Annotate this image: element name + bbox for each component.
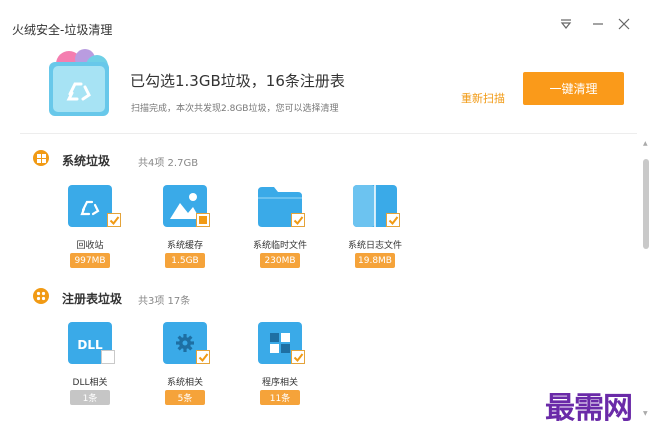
recycle-icon xyxy=(45,48,113,118)
item-size-badge: 5条 xyxy=(165,390,205,405)
window-title: 火绒安全-垃圾清理 xyxy=(12,23,113,37)
title-bar: 火绒安全-垃圾清理 xyxy=(0,0,657,40)
item-size-badge: 230MB xyxy=(260,253,300,268)
item-label: 回收站 xyxy=(76,241,104,251)
watermark: 最需网 xyxy=(545,391,633,426)
section-title-registry[interactable]: 注册表垃圾 xyxy=(62,290,122,307)
section-stats-registry: 共3项 17条 xyxy=(138,296,191,307)
rescan-link[interactable]: 重新扫描 xyxy=(461,90,505,106)
one-click-clean-button[interactable]: 一键清理 xyxy=(523,72,624,105)
scroll-down-icon[interactable]: ▼ xyxy=(643,410,648,417)
close-icon[interactable] xyxy=(614,14,634,34)
menu-icon[interactable] xyxy=(556,14,576,34)
item-temp-files[interactable]: 系统临时文件 230MB xyxy=(235,183,325,273)
checkbox-checked[interactable] xyxy=(386,213,400,227)
item-system-registry[interactable]: 系统相关 5条 xyxy=(140,320,230,410)
cleanup-window: 火绒安全-垃圾清理 已勾选1.3GB垃圾，16条注册表 扫描完成，本次共发现2.… xyxy=(0,0,657,435)
section-title-system[interactable]: 系统垃圾 xyxy=(62,152,110,169)
item-label: 系统相关 xyxy=(166,378,203,388)
checkbox-checked[interactable] xyxy=(291,350,305,364)
checkbox-checked[interactable] xyxy=(196,350,210,364)
scroll-thumb[interactable] xyxy=(643,159,649,249)
registry-icon[interactable] xyxy=(33,288,49,304)
item-label: 程序相关 xyxy=(261,378,298,388)
scroll-up-icon[interactable]: ▲ xyxy=(643,140,648,147)
scan-summary: 已勾选1.3GB垃圾，16条注册表 xyxy=(130,72,345,90)
item-program-registry[interactable]: 程序相关 11条 xyxy=(235,320,325,410)
item-size-badge: 997MB xyxy=(70,253,110,268)
item-size-badge: 19.8MB xyxy=(355,253,395,268)
minimize-icon[interactable] xyxy=(588,14,608,34)
checkbox-unchecked[interactable] xyxy=(101,350,115,364)
item-log-files[interactable]: 系统日志文件 19.8MB xyxy=(330,183,420,273)
item-dll[interactable]: DLL DLL相关 1条 xyxy=(45,320,135,410)
checkbox-partial[interactable] xyxy=(196,213,210,227)
item-label: DLL相关 xyxy=(72,378,108,388)
scan-subtext: 扫描完成，本次共发现2.8GB垃圾，您可以选择清理 xyxy=(131,104,339,114)
divider xyxy=(20,133,637,134)
item-size-badge: 1条 xyxy=(70,390,110,405)
item-size-badge: 11条 xyxy=(260,390,300,405)
item-system-cache[interactable]: 系统缓存 1.5GB xyxy=(140,183,230,273)
item-label: 系统缓存 xyxy=(166,241,203,251)
checkbox-checked[interactable] xyxy=(291,213,305,227)
item-recycle-bin[interactable]: 回收站 997MB xyxy=(45,183,135,273)
checkbox-checked[interactable] xyxy=(107,213,121,227)
windows-icon[interactable] xyxy=(33,150,49,166)
scrollbar[interactable]: ▲ ▼ xyxy=(642,140,650,430)
section-stats-system: 共4项 2.7GB xyxy=(138,158,199,169)
svg-text:DLL: DLL xyxy=(77,338,103,352)
item-label: 系统日志文件 xyxy=(347,241,402,251)
item-size-badge: 1.5GB xyxy=(165,253,205,268)
item-label: 系统临时文件 xyxy=(252,241,307,251)
